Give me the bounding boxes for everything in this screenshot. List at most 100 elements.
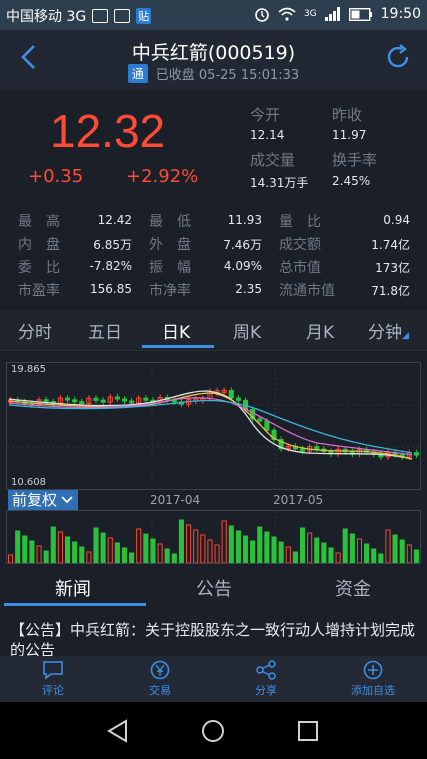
tab-news[interactable]: 新闻 <box>55 575 91 601</box>
volume-bar <box>228 525 234 564</box>
volume-bar <box>22 535 28 564</box>
trade-label: 交易 <box>149 684 171 697</box>
volume-bar <box>207 539 213 564</box>
tab-minute[interactable]: 分钟◢ <box>368 318 409 343</box>
volume-bar <box>314 537 320 564</box>
volume-bar <box>285 546 291 564</box>
volume-bar <box>114 542 120 564</box>
volume-bar <box>50 526 56 564</box>
volume-bar <box>150 538 156 564</box>
stat-label: 市净率 <box>149 283 191 299</box>
stat-value: 1.74亿 <box>371 238 410 252</box>
volume-bar <box>36 545 42 564</box>
add-watchlist-button[interactable]: 添加自选 <box>343 658 403 698</box>
adjust-dropdown[interactable]: 前复权 <box>8 490 79 510</box>
stat-value: 4.09% <box>223 259 262 273</box>
volume-label: 成交量 <box>250 151 296 169</box>
prev-close-label: 昨收 <box>332 106 363 124</box>
volume-bar <box>299 527 306 564</box>
comment-label: 评论 <box>42 684 64 697</box>
refresh-button[interactable] <box>383 42 413 72</box>
volume-bar <box>399 539 405 564</box>
volume-bar <box>15 530 21 564</box>
status-bar: 中国移动 3G 贴 3G 19:50 <box>0 0 427 30</box>
nav-back-icon[interactable] <box>106 719 130 743</box>
volume-bar <box>356 538 363 564</box>
adjust-dropdown-label: 前复权 <box>12 491 58 509</box>
share-button[interactable]: 分享 <box>236 658 296 698</box>
stat-value: -7.82% <box>89 259 132 273</box>
volume-bars-group <box>8 519 419 564</box>
tab-announcement[interactable]: 公告 <box>196 575 232 601</box>
volume-bar <box>328 547 334 564</box>
stat-value: 156.85 <box>90 282 132 296</box>
nav-recents-icon[interactable] <box>297 720 319 742</box>
volume-bar <box>57 531 63 564</box>
stat-value: 12.42 <box>97 213 132 227</box>
volume-bar <box>157 543 163 564</box>
volume-svg <box>8 511 419 564</box>
market-status-row: 通 已收盘 05-25 15:01:33 <box>0 64 427 83</box>
stat-label: 总市值 <box>279 260 321 276</box>
current-price: 12.32 <box>50 105 166 157</box>
tong-badge: 通 <box>127 64 148 83</box>
candle-body <box>129 400 135 404</box>
open-value: 12.14 <box>250 128 285 142</box>
stat-value: 71.8亿 <box>371 284 410 298</box>
share-icon <box>256 660 276 680</box>
nav-home-icon[interactable] <box>201 719 225 743</box>
system-nav-bar <box>0 702 427 759</box>
stat-label: 最 低 <box>149 214 191 230</box>
ma5-line <box>8 390 413 460</box>
volume-bar <box>200 534 206 564</box>
tab-daily-k[interactable]: 日K <box>162 318 190 343</box>
kline-svg <box>7 363 420 489</box>
y-max-label: 19.865 <box>11 364 46 375</box>
tab-five-day[interactable]: 五日 <box>88 318 122 343</box>
comment-icon <box>43 661 63 680</box>
volume-bar <box>335 552 341 564</box>
tab-weekly-k[interactable]: 周K <box>233 318 261 343</box>
volume-bar <box>72 541 78 564</box>
volume-bar <box>221 520 227 564</box>
clock-label: 19:50 <box>380 6 421 22</box>
volume-bar <box>164 548 170 564</box>
trade-button[interactable]: 交易 <box>130 658 190 698</box>
app-notify-icon: 贴 <box>136 8 152 24</box>
candle-body <box>64 397 71 401</box>
open-label: 今开 <box>250 106 281 124</box>
volume-bar <box>193 529 199 564</box>
news-item[interactable]: 【公告】中兵红箭：关于控股股东之一致行动人增持计划完成的公告 <box>10 620 420 660</box>
refresh-icon <box>387 44 409 68</box>
stat-label: 市盈率 <box>18 283 60 299</box>
candle-body <box>100 399 106 403</box>
ma20-line <box>8 397 413 456</box>
tab-intraday[interactable]: 分时 <box>18 318 52 343</box>
candle-body <box>121 398 128 402</box>
candle-body <box>79 401 85 405</box>
candle-body <box>264 420 270 431</box>
volume-bar <box>413 549 419 564</box>
active-tab-indicator <box>142 345 214 348</box>
wifi-icon <box>278 7 296 21</box>
candle-body <box>413 452 419 456</box>
comment-button[interactable]: 评论 <box>23 658 83 698</box>
stat-label: 振 幅 <box>149 260 191 276</box>
add-watchlist-label: 添加自选 <box>351 684 395 697</box>
tab-monthly-k[interactable]: 月K <box>306 318 334 343</box>
price-change-pct: +2.92% <box>126 166 199 187</box>
candle-body <box>257 418 263 422</box>
candle-body <box>72 399 78 403</box>
volume-bar <box>178 519 185 564</box>
stat-value: 6.85万 <box>93 238 132 252</box>
volume-bar <box>242 535 249 564</box>
volume-bar <box>107 537 113 564</box>
kline-chart[interactable] <box>6 362 421 490</box>
alarm-icon <box>255 8 269 22</box>
tab-capital[interactable]: 资金 <box>335 575 371 601</box>
chevron-down-icon <box>61 496 73 504</box>
volume-bar <box>378 553 384 564</box>
add-circle-icon <box>363 660 383 680</box>
volume-bar <box>292 551 298 564</box>
volume-chart[interactable] <box>6 510 421 564</box>
